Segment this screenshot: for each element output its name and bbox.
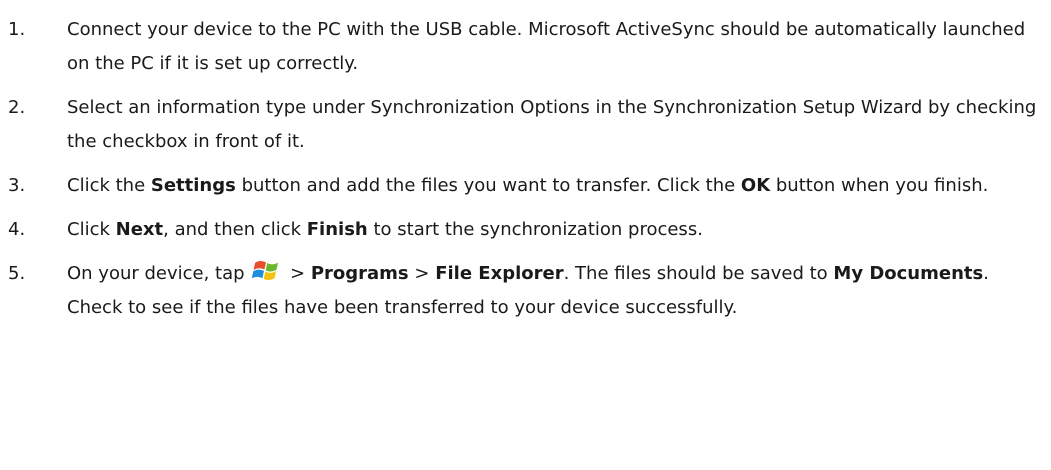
step-text-segment: Click [67,219,116,240]
step-text-segment: button and add the files you want to tra… [235,175,741,196]
step-text-segment: to start the synchronization process. [367,219,703,240]
step-text-segment: . The files should be saved to [563,263,834,284]
step-text-segment: Connect your device to the PC with the U… [67,19,1026,74]
step-text: Click the Settings button and add the fi… [67,169,1051,203]
file-explorer-term: File Explorer [435,263,564,284]
step-text-segment: > [408,263,436,284]
step-item-4: 4. Click Next, and then click Finish to … [0,213,1051,247]
windows-start-icon [251,257,282,285]
next-button-term: Next [115,219,164,240]
step-text-segment: Select an information type under Synchro… [67,97,1037,152]
step-number: 5. [8,263,26,284]
steps-list: 1. Connect your device to the PC with th… [0,0,1051,325]
step-item-1: 1. Connect your device to the PC with th… [0,13,1051,81]
programs-menu-term: Programs [310,263,409,284]
finish-button-term: Finish [306,219,368,240]
step-text-segment: , and then click [163,219,307,240]
instructions-document: 1. Connect your device to the PC with th… [0,0,1051,470]
step-number: 3. [8,175,26,196]
step-item-5: 5. On your device, tap > Programs > File… [0,257,1051,325]
step-text: On your device, tap > Programs > File Ex… [67,257,1051,325]
step-text-segment: button when you finish. [770,175,989,196]
step-text-segment: Click the [67,175,151,196]
ok-button-term: OK [740,175,771,196]
step-text: Connect your device to the PC with the U… [67,13,1051,81]
settings-button-term: Settings [150,175,236,196]
step-item-3: 3. Click the Settings button and add the… [0,169,1051,203]
step-item-2: 2. Select an information type under Sync… [0,91,1051,159]
step-text: Click Next, and then click Finish to sta… [67,213,1051,247]
step-number: 2. [8,97,26,118]
step-text-segment: On your device, tap [67,263,251,284]
step-text-segment: > [284,263,311,284]
step-text: Select an information type under Synchro… [67,91,1051,159]
step-number: 4. [8,219,26,240]
my-documents-term: My Documents [833,263,984,284]
step-number: 1. [8,19,26,40]
